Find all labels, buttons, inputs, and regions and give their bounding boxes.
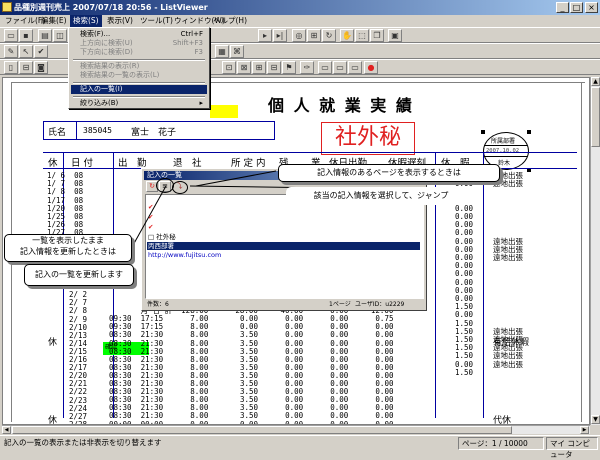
callout-refresh-result: 記入の一覧を更新します <box>24 264 134 286</box>
callout-refresh-line-2: 記入情報を更新したときは <box>20 247 116 256</box>
callout-jump-page: 記入情報のあるページを表示するときは <box>278 164 500 182</box>
callout-select-jump: 該当の記入情報を選択して、ジャンプ <box>286 187 476 205</box>
callout-lines <box>131 170 331 248</box>
callout-refresh: 一覧を表示したまま 記入情報を更新したときは <box>4 234 132 262</box>
callout-refresh-line-1: 一覧を表示したまま <box>32 236 104 245</box>
